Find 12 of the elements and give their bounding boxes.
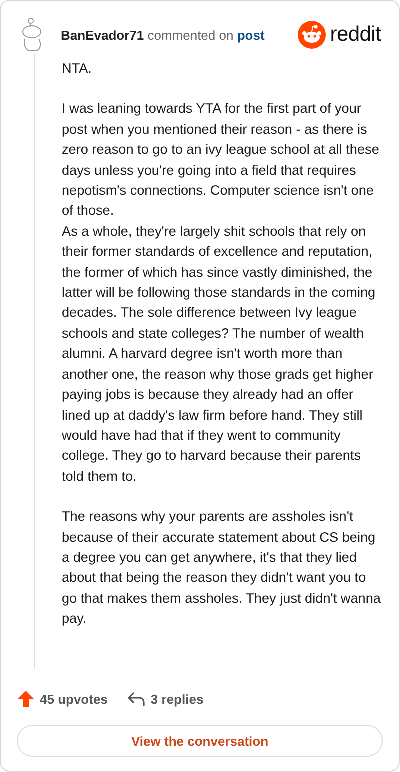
reply-count: 3 replies — [150, 692, 204, 706]
view-conversation-button[interactable]: View the conversation — [17, 725, 383, 757]
upvote-count: 45 upvotes — [40, 692, 108, 706]
comment-paragraph: I was leaning towards YTA for the first part of your post when you mentioned their reason - as there is zero reason to go to an ivy league school at all these days unless you're going into a field that requires nepotism's connections. Computer science isn't one of those. As a whole, they're largely shit schools that rely on their former standards of excellence and reputation, the former of which has since vastly diminished, the latter will be following those standards in the coming decades. The sole difference between Ivy league schools and state colleges? The number of wealth alumni. A harvard degree isn't worth more than another one, the reason why those grads get higher paying jobs is because they already had an offer lined up at daddy's law firm before hand. They still would have had that if they went to community college. They go to harvard because their parents told them to. — [62, 100, 380, 486]
comment-paragraph: NTA. — [62, 60, 93, 78]
reply-icon[interactable] — [128, 691, 146, 707]
reddit-logo-icon — [298, 21, 326, 49]
comment-header: BanEvador71 commented on post — [61, 28, 266, 42]
upvote-icon[interactable] — [17, 690, 35, 708]
brand-name: reddit — [330, 23, 381, 47]
comment-paragraph: The reasons why your parents are assholes isn't because of their accurate statement about CS being a degree you can get anywhere, it's that they lied about that being the reason they didn't want you to go that makes them assholes. They just didn't wanna pay. — [62, 508, 382, 628]
post-link[interactable]: post — [237, 28, 265, 42]
